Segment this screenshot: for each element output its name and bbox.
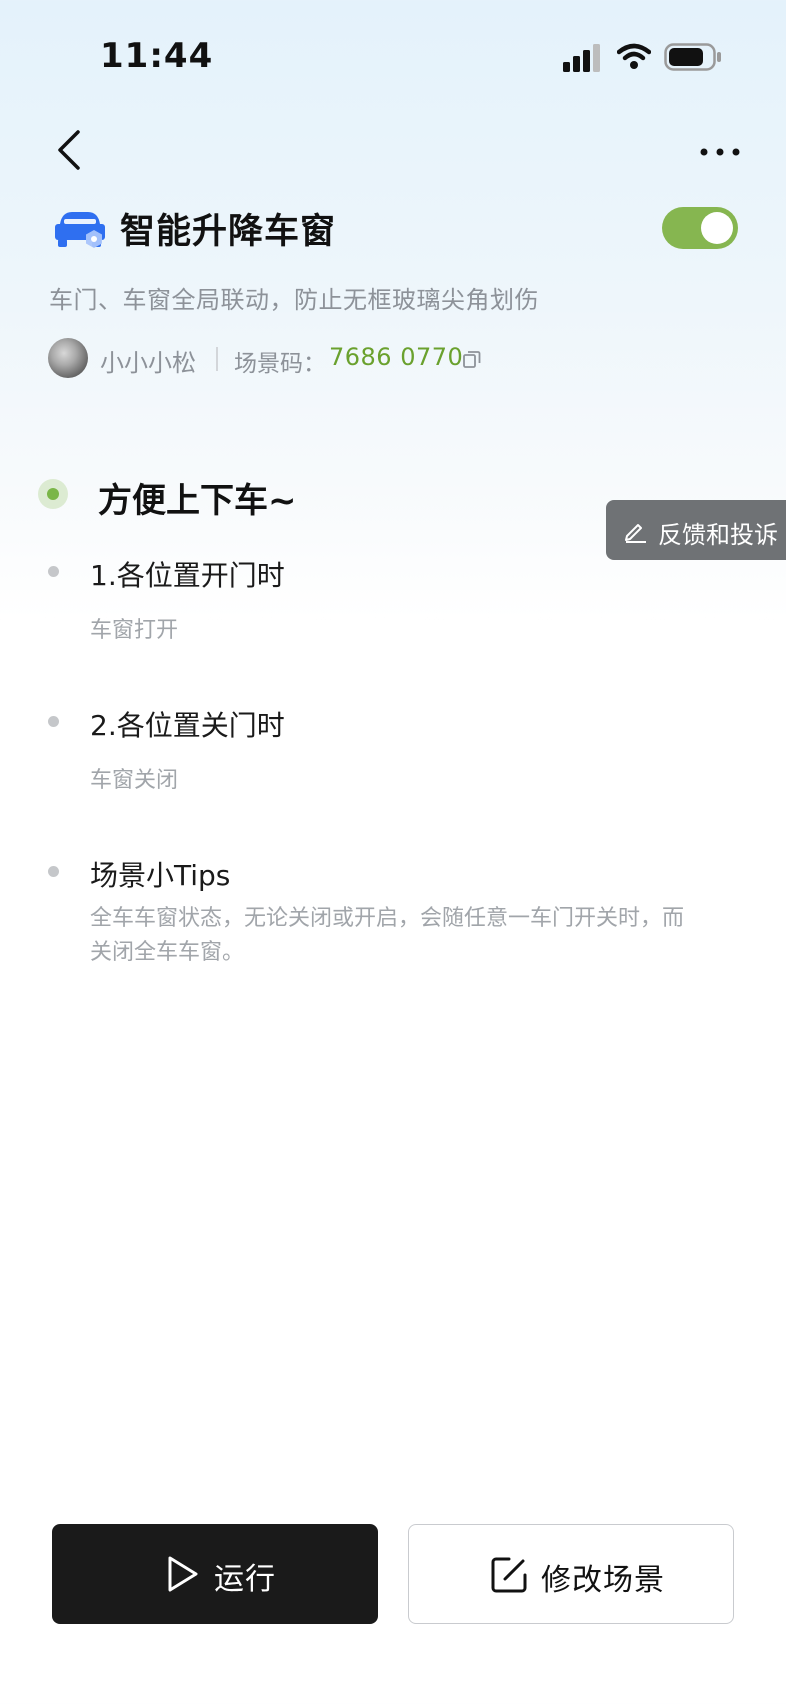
signal-icon <box>563 44 600 72</box>
battery-icon <box>664 43 721 71</box>
run-label: 运行 <box>214 1562 276 1597</box>
item-bullet <box>48 866 59 877</box>
wifi-icon <box>617 43 651 69</box>
copy-icon[interactable] <box>462 349 482 369</box>
scene-description: 车门、车窗全局联动，防止无框玻璃尖角划伤 <box>49 286 539 314</box>
feedback-button[interactable]: 反馈和投诉 <box>606 500 786 560</box>
item-bullet <box>48 566 59 577</box>
item-desc: 车窗关闭 <box>90 768 179 793</box>
edit-icon <box>625 524 646 543</box>
edit-icon <box>491 1557 527 1593</box>
divider <box>216 347 218 371</box>
item-title: 2.各位置关门时 <box>90 709 285 742</box>
status-time: 11:44 <box>100 36 214 76</box>
item-desc: 车窗打开 <box>90 618 179 643</box>
toggle-knob <box>701 212 733 244</box>
edit-scene-button[interactable]: 修改场景 <box>408 1524 734 1624</box>
section-indicator <box>38 479 68 509</box>
feedback-label: 反馈和投诉 <box>658 521 778 549</box>
item-title: 场景小Tips <box>90 859 231 892</box>
edit-scene-label: 修改场景 <box>541 1563 665 1598</box>
scene-code-label: 场景码： <box>234 351 326 377</box>
more-icon[interactable] <box>700 140 740 164</box>
item-desc-line2: 关闭全车车窗。 <box>90 940 245 965</box>
item-title: 1.各位置开门时 <box>90 559 285 592</box>
car-icon <box>55 212 105 248</box>
avatar[interactable] <box>48 338 88 378</box>
section-title: 方便上下车~ <box>98 481 297 521</box>
back-icon[interactable] <box>52 128 88 172</box>
page-title: 智能升降车窗 <box>120 212 337 252</box>
author-name[interactable]: 小小小松 <box>100 343 196 378</box>
scene-toggle[interactable] <box>662 207 738 249</box>
item-desc-line1: 全车车窗状态，无论关闭或开启，会随任意一车门开关时，而 <box>90 906 685 931</box>
scene-code-value: 7686 0770 <box>329 343 464 371</box>
play-icon <box>168 1556 198 1592</box>
run-button[interactable]: 运行 <box>52 1524 378 1624</box>
item-bullet <box>48 716 59 727</box>
